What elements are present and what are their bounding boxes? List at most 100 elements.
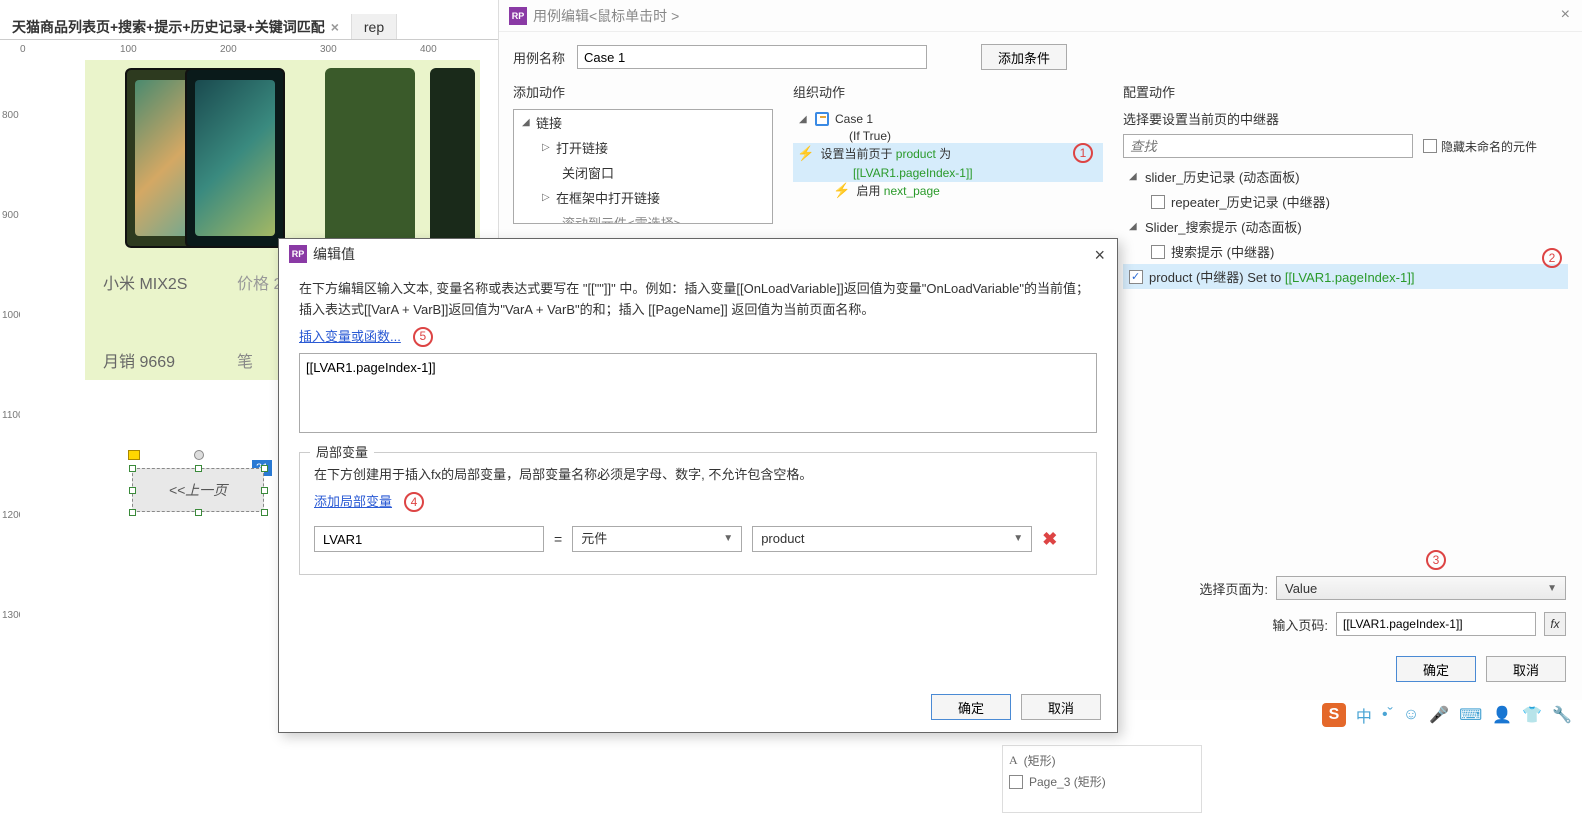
page-select-dropdown[interactable]: Value ▼ [1276,576,1566,600]
cancel-button[interactable]: 取消 [1021,694,1101,720]
hide-unnamed-checkbox[interactable]: 隐藏未命名的元件 [1423,138,1537,155]
resize-handle[interactable] [129,465,136,472]
ime-person-icon[interactable]: 👤 [1492,705,1512,725]
dialog-title: 编辑值 [313,244,355,264]
ime-keyboard-icon[interactable]: ⌨ [1459,705,1482,725]
phone-image [430,68,475,248]
ok-button[interactable]: 确定 [1396,656,1476,682]
checkbox-icon [1423,139,1437,153]
panel-buttons: 确定 取消 [1396,656,1566,682]
search-input[interactable] [1123,134,1413,158]
action-enable[interactable]: ⚡ 启用 next_page [793,182,1103,199]
phone-image [325,68,415,248]
ime-lang[interactable]: 中 [1356,703,1372,727]
close-icon[interactable]: × [1094,245,1105,266]
action-set-page[interactable]: ⚡ 设置当前页于 product 为 [793,143,1103,164]
bolt-icon: ⚡ [833,182,850,199]
chevron-down-icon: ▼ [1013,531,1023,547]
resize-handle[interactable] [129,509,136,516]
close-icon[interactable]: × [1561,6,1570,24]
dialog-description: 在下方编辑区输入文本, 变量名称或表达式要写在 "[[""]]" 中。例如：插入… [299,279,1097,321]
case-icon [815,112,829,126]
resize-handle[interactable] [129,487,136,494]
annotation-3: 3 [1426,550,1446,570]
checkbox-icon[interactable] [1151,245,1165,259]
tab-label: rep [364,19,384,35]
fieldset-legend: 局部变量 [310,443,374,464]
expression-textarea[interactable] [299,353,1097,433]
page-input-label: 输入页码: [1272,615,1328,634]
checkbox-checked-icon[interactable] [1129,270,1143,284]
config-subheader: 选择要设置当前页的中继器 [1123,109,1568,128]
ime-toolbox-icon[interactable]: 🔧 [1552,705,1572,725]
outline-item[interactable]: A(矩形) [1007,750,1197,771]
resize-handle[interactable] [195,465,202,472]
ime-skin-icon[interactable]: 👕 [1522,705,1542,725]
tab-inactive[interactable]: rep [352,14,397,39]
ime-emoji-icon[interactable]: ☺ [1403,706,1419,724]
dialog-title-bar: RP 编辑值 × [279,239,1117,269]
close-icon[interactable]: × [331,19,339,35]
resize-handle[interactable] [261,509,268,516]
add-action-header: 添加动作 [513,82,773,101]
annotation-2: 2 [1542,248,1562,268]
add-local-var-link[interactable]: 添加局部变量 [314,492,392,513]
selection-marker [128,450,140,460]
product-sales: 月销 9669 [103,348,175,372]
prev-page-button[interactable]: <<上一页 [132,468,264,512]
phone-image [185,68,285,248]
tab-active[interactable]: 天猫商品列表页+搜索+提示+历史记录+关键词匹配 × [0,14,352,39]
page-number-input[interactable] [1336,612,1536,636]
checkbox-icon [1009,775,1023,789]
var-target-dropdown[interactable]: product ▼ [752,526,1032,552]
repeater-selected[interactable]: product (中继器) Set to [[LVAR1.pageIndex-1… [1123,264,1568,289]
bolt-icon: ⚡ [797,145,814,162]
sogou-icon[interactable]: S [1322,703,1346,727]
case-name-row: 用例名称 添加条件 [499,32,1582,82]
action-expression: [[LVAR1.pageIndex-1]] [793,164,1103,182]
case-node[interactable]: ◢ Case 1 [793,109,1103,129]
ime-punct-icon[interactable]: •ˇ [1382,706,1393,724]
annotation-4: 4 [404,492,424,512]
case-name-input[interactable] [577,45,927,69]
ruler-vertical: 800 900 1000 1100 1200 1300 [0,60,20,800]
dialog-buttons: 确定 取消 [931,694,1101,720]
add-condition-button[interactable]: 添加条件 [981,44,1067,70]
case-name-label: 用例名称 [513,48,565,67]
fx-button[interactable]: fx [1544,612,1566,636]
resize-handle[interactable] [261,487,268,494]
product-price-label: 价格 2 [237,270,282,294]
product-pen: 笔 [237,348,253,372]
insert-variable-link[interactable]: 插入变量或函数... [299,327,401,348]
ime-toolbar[interactable]: S 中 •ˇ ☺ 🎤 ⌨ 👤 👕 🔧 [1322,703,1572,727]
equals-label: = [554,528,562,550]
action-tree[interactable]: ◢链接 ▷打开链接 关闭窗口 ▷在框架中打开链接 滚动到元件<需选择> [513,109,773,224]
ok-button[interactable]: 确定 [931,694,1011,720]
panel-title-bar: RP 用例编辑<鼠标单击时 > × [499,0,1582,32]
config-action-header: 配置动作 [1123,82,1568,101]
rotate-handle[interactable] [194,450,204,460]
resize-handle[interactable] [261,465,268,472]
edit-value-dialog: RP 编辑值 × 在下方编辑区输入文本, 变量名称或表达式要写在 "[[""]]… [278,238,1118,733]
checkbox-icon[interactable] [1151,195,1165,209]
page-input-row: 输入页码: fx [1272,612,1566,636]
ruler-horizontal: 0 100 200 300 400 [20,42,500,60]
resize-handle[interactable] [195,509,202,516]
var-name-input[interactable] [314,526,544,552]
chevron-down-icon: ▼ [1547,583,1557,594]
organize-action-header: 组织动作 [793,82,1103,101]
product-name: 小米 MIX2S [103,270,187,294]
repeater-tree[interactable]: ◢slider_历史记录 (动态面板) repeater_历史记录 (中继器) … [1123,164,1568,289]
delete-icon[interactable]: ✖ [1042,525,1057,554]
local-var-desc: 在下方创建用于插入fx的局部变量，局部变量名称必须是字母、数字, 不允许包含空格… [314,465,1082,486]
page-select-label: 选择页面为: [1199,579,1268,598]
case-condition: (If True) [793,129,1103,143]
local-vars-fieldset: 局部变量 在下方创建用于插入fx的局部变量，局部变量名称必须是字母、数字, 不允… [299,452,1097,574]
outline-panel[interactable]: A(矩形) Page_3 (矩形) [1002,745,1202,813]
chevron-down-icon: ▼ [723,531,733,547]
ime-mic-icon[interactable]: 🎤 [1429,705,1449,725]
var-type-dropdown[interactable]: 元件 ▼ [572,526,742,552]
app-icon: RP [509,7,527,25]
cancel-button[interactable]: 取消 [1486,656,1566,682]
outline-item[interactable]: Page_3 (矩形) [1007,771,1197,792]
